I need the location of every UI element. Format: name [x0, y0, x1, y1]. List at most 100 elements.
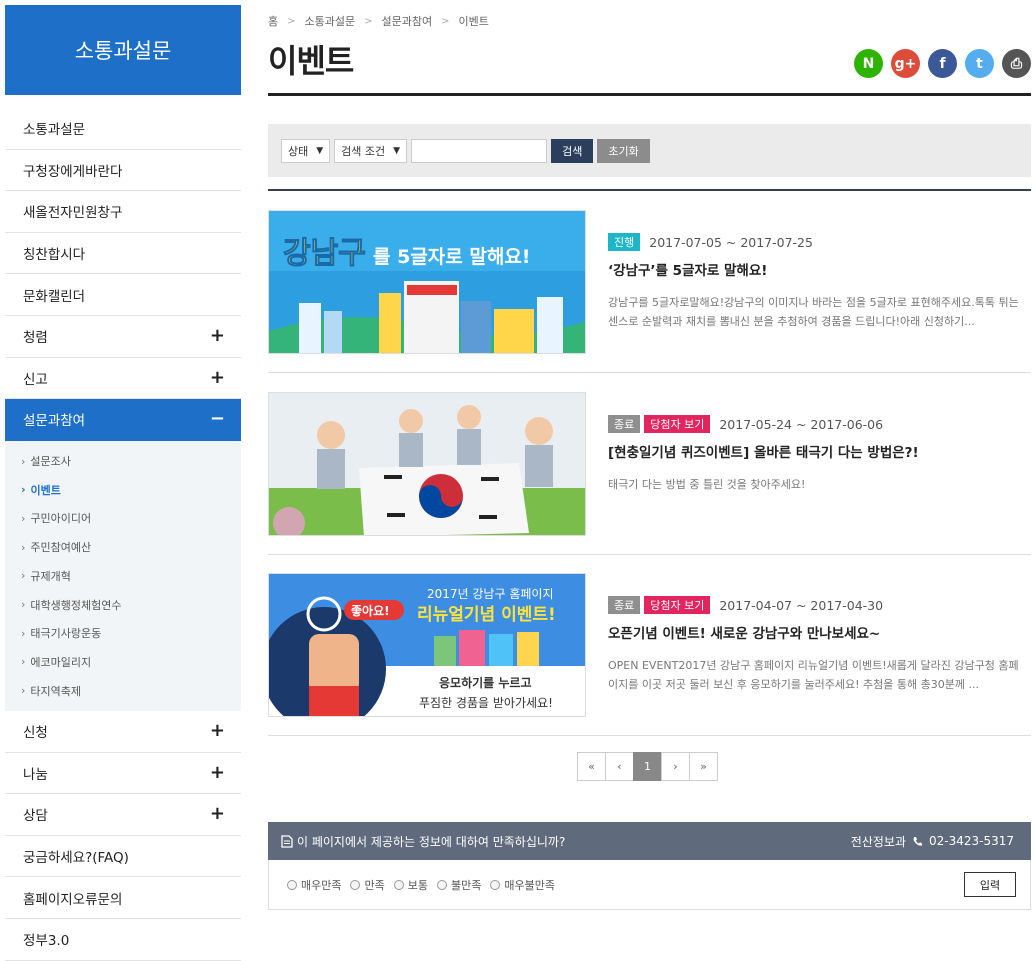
first-page-button[interactable]: « [577, 752, 606, 781]
plus-icon[interactable]: + [210, 763, 225, 782]
sidebar-item-active[interactable]: 설문과참여 − [5, 399, 241, 441]
submenu-item[interactable]: › 태극기사랑운동 [5, 619, 241, 648]
sidebar-item[interactable]: 정부3.0 [5, 919, 241, 961]
submenu-item[interactable]: › 대학생행정체험연수 [5, 590, 241, 619]
submenu-item[interactable]: › 구민아이디어 [5, 504, 241, 533]
radio-button[interactable] [393, 879, 404, 890]
event-title[interactable]: [현충일기념 퀴즈이벤트] 올바른 태극기 다는 방법은?! [608, 441, 1031, 461]
event-2-image [269, 393, 585, 535]
event-item[interactable]: 강남구 를 5글자로 말해요! 진행 2017-07-05 ~ 2017-07-… [268, 191, 1031, 373]
plus-icon[interactable]: + [210, 368, 225, 387]
sidebar-item[interactable]: 새올전자민원창구 [5, 191, 241, 233]
radio-button[interactable] [436, 879, 447, 890]
submenu-label: 규제개혁 [30, 569, 71, 583]
chevron-right-icon: › [21, 483, 26, 497]
page-title: 이벤트 [268, 42, 354, 80]
sidebar-item[interactable]: 청렴 + [5, 316, 241, 358]
plus-icon[interactable]: + [210, 805, 225, 823]
googleplus-icon[interactable]: g+ [891, 49, 920, 78]
sidebar-item[interactable]: 나눔 + [5, 753, 241, 795]
radio-button[interactable] [350, 879, 361, 890]
submenu-label: 설문조사 [30, 455, 71, 469]
sidebar-item-label: 청렴 [23, 330, 48, 347]
radio-button[interactable] [287, 879, 297, 890]
option-label: 불만족 [450, 878, 482, 892]
sidebar-item[interactable]: 소통과설문 [5, 108, 241, 150]
plus-icon[interactable]: + [210, 327, 225, 345]
last-page-button[interactable]: » [689, 752, 718, 781]
pagination: « ‹ 1 › » [577, 752, 718, 781]
search-input[interactable] [411, 138, 548, 163]
sidebar-item[interactable]: 구청장에게바란다 [5, 150, 241, 192]
next-page-button[interactable]: › [661, 752, 690, 781]
event-title[interactable]: ‘강남구’를 5글자로 말해요! [608, 259, 1031, 279]
submenu-item[interactable]: › 설문조사 [5, 447, 241, 476]
status-badge: 종료 [608, 415, 641, 433]
phone-icon [913, 836, 922, 846]
naver-icon[interactable]: N [854, 49, 883, 78]
satisfaction-option[interactable]: 불만족 [436, 877, 482, 893]
prev-page-button[interactable]: ‹ [605, 752, 634, 781]
sidebar-item[interactable]: 칭찬합시다 [5, 233, 241, 275]
submenu-label: 태극기사랑운동 [30, 627, 102, 641]
event-thumbnail[interactable]: 강남구 를 5글자로 말해요! [268, 210, 586, 354]
satisfaction-option[interactable]: 매우만족 [287, 877, 341, 893]
option-label: 매우만족 [301, 878, 342, 892]
sidebar-title: 소통과설문 [5, 5, 241, 95]
sidebar-item[interactable]: 문화캘린더 [5, 274, 241, 316]
event-period: 2017-04-07 ~ 2017-04-30 [719, 597, 884, 613]
thumb-text-prize: 푸짐한 경품을 받아가세요! [419, 696, 553, 710]
breadcrumb-item[interactable]: 소통과설문 [305, 13, 356, 29]
sidebar-menu: 소통과설문 구청장에게바란다 새올전자민원창구 칭찬합시다 문화캘린더 청렴 + … [5, 108, 241, 961]
thumb-text-cta: 응모하기를 누르고 [439, 675, 532, 690]
title-divider [268, 93, 1031, 96]
submenu-item[interactable]: › 에코마일리지 [5, 648, 241, 677]
submenu-item[interactable]: › 규제개혁 [5, 562, 241, 591]
department-name: 전산정보과 [850, 834, 906, 849]
submenu-item-current[interactable]: › 이벤트 [5, 475, 241, 504]
sidebar-item[interactable]: 신청 + [5, 711, 241, 753]
satisfaction-option[interactable]: 매우불만족 [490, 877, 555, 893]
winner-button[interactable]: 당첨자 보기 [644, 596, 711, 614]
submenu-item[interactable]: › 주민참여예산 [5, 533, 241, 562]
satisfaction-option[interactable]: 보통 [393, 877, 428, 893]
chevron-right-icon: › [21, 511, 26, 525]
event-item[interactable]: 좋아요! 2017년 강남구 홈페이지 리뉴얼기념 이벤트! 응모하기를 누르고… [268, 554, 1031, 736]
minus-icon[interactable]: − [210, 410, 225, 428]
condition-select[interactable]: 검색 조건 ▼ [334, 138, 408, 163]
sidebar-item[interactable]: 궁금하세요?(FAQ) [5, 836, 241, 878]
print-icon[interactable]: ⎙ [1002, 49, 1031, 78]
status-select[interactable]: 상태 ▼ [281, 138, 331, 163]
sidebar-item[interactable]: 홈페이지오류문의 [5, 877, 241, 919]
share-buttons: N g+ f t ⎙ [854, 49, 1031, 78]
event-thumbnail[interactable]: 좋아요! 2017년 강남구 홈페이지 리뉴얼기념 이벤트! 응모하기를 누르고… [268, 573, 586, 717]
sidebar-item[interactable]: 신고 + [5, 358, 241, 400]
chevron-right-icon: › [21, 655, 26, 669]
event-thumbnail[interactable] [268, 392, 586, 536]
submenu-label: 타지역축제 [30, 684, 82, 698]
event-meta: 진행 2017-07-05 ~ 2017-07-25 [608, 233, 1031, 251]
submenu-item[interactable]: › 타지역축제 [5, 676, 241, 705]
event-3-image: 좋아요! 2017년 강남구 홈페이지 리뉴얼기념 이벤트! 응모하기를 누르고… [269, 574, 585, 716]
breadcrumb-item[interactable]: 설문과참여 [382, 13, 433, 29]
sidebar-item-label: 문화캘린더 [23, 288, 86, 305]
twitter-icon[interactable]: t [965, 49, 994, 78]
plus-icon[interactable]: + [210, 722, 225, 740]
facebook-icon[interactable]: f [928, 49, 957, 78]
event-title[interactable]: 오픈기념 이벤트! 새로운 강남구와 만나보세요~ [608, 622, 1031, 642]
chevron-right-icon: > [441, 15, 450, 27]
page-button-current[interactable]: 1 [633, 752, 662, 781]
satisfaction-question-wrap: 이 페이지에서 제공하는 정보에 대하여 만족하십니까? [281, 833, 565, 850]
reset-button[interactable]: 초기화 [597, 138, 650, 163]
radio-button[interactable] [490, 879, 501, 890]
search-button[interactable]: 검색 [551, 138, 594, 163]
status-badge: 진행 [608, 233, 641, 251]
winner-button[interactable]: 당첨자 보기 [644, 415, 711, 433]
satisfaction-option[interactable]: 만족 [350, 877, 385, 893]
event-period: 2017-05-24 ~ 2017-06-06 [719, 416, 884, 432]
event-item[interactable]: 종료 당첨자 보기 2017-05-24 ~ 2017-06-06 [현충일기념… [268, 373, 1031, 555]
submit-button[interactable]: 입력 [964, 872, 1016, 897]
sidebar-item[interactable]: 상담 + [5, 794, 241, 836]
chevron-right-icon: > [287, 15, 296, 27]
breadcrumb-home[interactable]: 홈 [268, 13, 278, 29]
